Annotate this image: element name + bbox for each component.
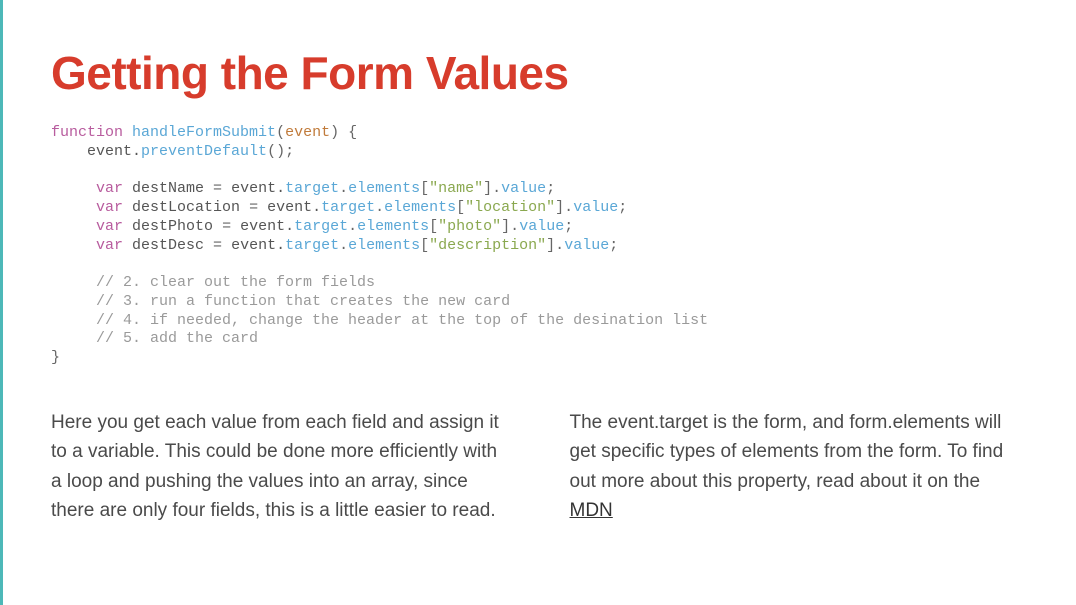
code-prop: elements bbox=[348, 180, 420, 197]
code-text: event. bbox=[87, 143, 141, 160]
code-keyword: function bbox=[51, 124, 123, 141]
code-string: "name" bbox=[429, 180, 483, 197]
code-text: event. bbox=[231, 218, 294, 235]
code-text: destPhoto bbox=[123, 218, 222, 235]
code-prop: target bbox=[294, 218, 348, 235]
code-indent bbox=[51, 293, 96, 310]
code-keyword: var bbox=[96, 237, 123, 254]
code-punct: . bbox=[348, 218, 357, 235]
code-text: destName bbox=[123, 180, 213, 197]
code-prop: target bbox=[321, 199, 375, 216]
code-string: "location" bbox=[465, 199, 555, 216]
code-punct: . bbox=[375, 199, 384, 216]
code-indent bbox=[51, 330, 96, 347]
code-indent bbox=[51, 312, 96, 329]
code-prop: elements bbox=[384, 199, 456, 216]
code-prop: value bbox=[501, 180, 546, 197]
code-prop: target bbox=[285, 237, 339, 254]
code-punct: . bbox=[339, 180, 348, 197]
code-punct: ; bbox=[564, 218, 573, 235]
code-punct: ; bbox=[609, 237, 618, 254]
code-punct: = bbox=[249, 199, 258, 216]
code-method: preventDefault bbox=[141, 143, 267, 160]
code-function-name: handleFormSubmit bbox=[132, 124, 276, 141]
code-punct: ) { bbox=[330, 124, 357, 141]
code-prop: value bbox=[564, 237, 609, 254]
code-punct: [ bbox=[420, 237, 429, 254]
right-column: The event.target is the form, and form.e… bbox=[570, 408, 1029, 526]
right-paragraph: The event.target is the form, and form.e… bbox=[570, 408, 1029, 526]
code-indent bbox=[51, 237, 96, 254]
code-comment: // 3. run a function that creates the ne… bbox=[96, 293, 510, 310]
code-keyword: var bbox=[96, 199, 123, 216]
code-punct: ]. bbox=[546, 237, 564, 254]
code-text: destLocation bbox=[123, 199, 249, 216]
code-keyword: var bbox=[96, 218, 123, 235]
code-indent bbox=[51, 143, 87, 160]
code-text: event. bbox=[222, 180, 285, 197]
code-punct: [ bbox=[456, 199, 465, 216]
code-punct: ( bbox=[276, 124, 285, 141]
code-comment: // 4. if needed, change the header at th… bbox=[96, 312, 708, 329]
code-punct: = bbox=[213, 180, 222, 197]
right-paragraph-text: The event.target is the form, and form.e… bbox=[570, 412, 1004, 492]
code-indent bbox=[51, 180, 96, 197]
code-comment: // 2. clear out the form fields bbox=[96, 274, 375, 291]
code-punct: [ bbox=[420, 180, 429, 197]
left-column: Here you get each value from each field … bbox=[51, 408, 510, 526]
code-param: event bbox=[285, 124, 330, 141]
code-punct: . bbox=[339, 237, 348, 254]
mdn-link[interactable]: MDN bbox=[570, 500, 613, 521]
code-punct: ; bbox=[546, 180, 555, 197]
code-keyword: var bbox=[96, 180, 123, 197]
code-indent bbox=[51, 199, 96, 216]
code-string: "photo" bbox=[438, 218, 501, 235]
code-comment: // 5. add the card bbox=[96, 330, 258, 347]
slide-title: Getting the Form Values bbox=[51, 50, 1028, 96]
code-text: event. bbox=[258, 199, 321, 216]
code-text: event. bbox=[222, 237, 285, 254]
code-prop: elements bbox=[357, 218, 429, 235]
code-prop: target bbox=[285, 180, 339, 197]
code-punct: ; bbox=[618, 199, 627, 216]
code-close-brace: } bbox=[51, 349, 60, 366]
code-punct: = bbox=[213, 237, 222, 254]
code-punct: [ bbox=[429, 218, 438, 235]
code-punct: ]. bbox=[501, 218, 519, 235]
code-block: function handleFormSubmit(event) { event… bbox=[51, 124, 1028, 368]
code-prop: elements bbox=[348, 237, 420, 254]
code-prop: value bbox=[573, 199, 618, 216]
text-columns: Here you get each value from each field … bbox=[51, 408, 1028, 526]
code-punct: (); bbox=[267, 143, 294, 160]
code-indent bbox=[51, 274, 96, 291]
code-prop: value bbox=[519, 218, 564, 235]
code-punct: ]. bbox=[555, 199, 573, 216]
left-paragraph: Here you get each value from each field … bbox=[51, 408, 510, 526]
code-text: destDesc bbox=[123, 237, 213, 254]
code-punct: ]. bbox=[483, 180, 501, 197]
code-indent bbox=[51, 218, 96, 235]
code-string: "description" bbox=[429, 237, 546, 254]
code-punct: = bbox=[222, 218, 231, 235]
